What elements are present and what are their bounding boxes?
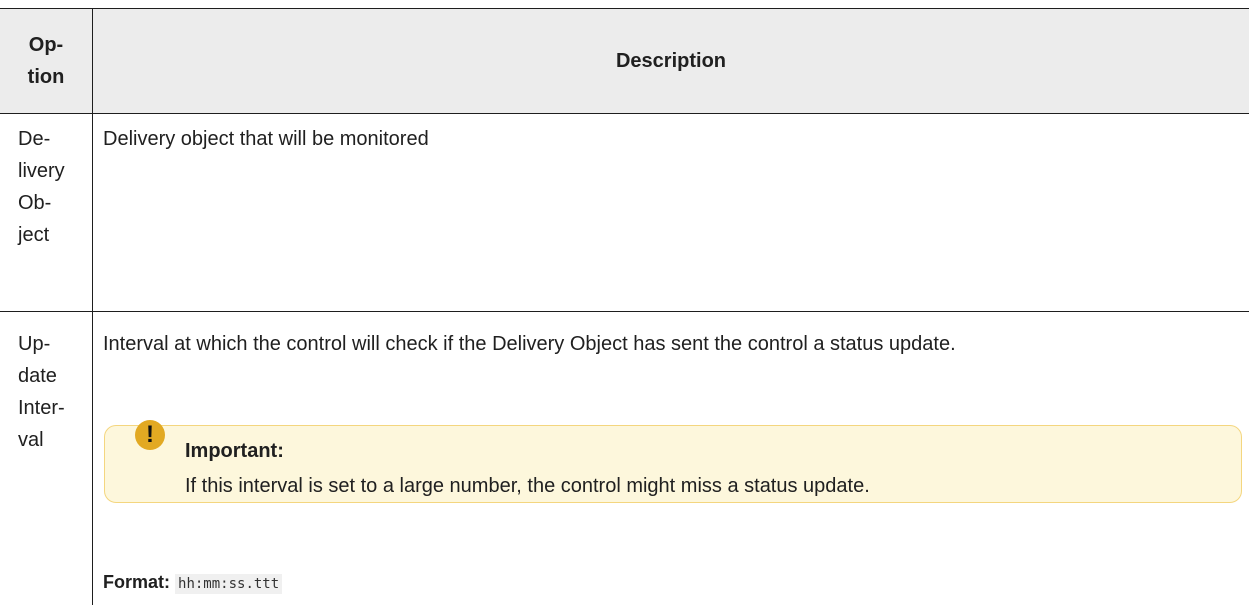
row2-option: Up- date Inter- val: [18, 328, 90, 456]
row-divider: [0, 311, 1249, 312]
note-body: If this interval is set to a large numbe…: [185, 475, 870, 497]
row1-option: De- livery Ob- ject: [18, 123, 90, 251]
row2-option-line: val: [18, 429, 44, 451]
note-title: Important:: [185, 440, 284, 462]
header-bottom-border: [0, 113, 1249, 114]
row1-option-line: De-: [18, 128, 51, 150]
options-table: Op- tion Description De- livery Ob- ject…: [0, 0, 1249, 605]
row1-option-line: livery: [18, 160, 65, 182]
format-value: hh:mm:ss.ttt: [175, 574, 283, 594]
row2-option-line: date: [18, 365, 57, 387]
row2-option-line: Up-: [18, 333, 51, 355]
header-option-line1: Op-: [28, 34, 64, 56]
header-option-line2: tion: [27, 66, 65, 88]
row1-description: Delivery object that will be monitored: [103, 128, 429, 150]
table-top-border: [0, 8, 1249, 9]
header-option: Op- tion: [0, 9, 92, 113]
format-line: Format: hh:mm:ss.ttt: [103, 569, 283, 597]
header-description: Description: [93, 9, 1249, 113]
exclamation-icon: !: [135, 420, 165, 450]
format-label: Format:: [103, 572, 170, 592]
row1-option-line: Ob-: [18, 192, 52, 214]
row1-option-line: ject: [18, 224, 50, 246]
row2-description: Interval at which the control will check…: [103, 333, 956, 355]
header-description-label: Description: [615, 49, 727, 72]
row2-option-line: Inter-: [18, 397, 65, 419]
column-divider: [92, 8, 93, 605]
